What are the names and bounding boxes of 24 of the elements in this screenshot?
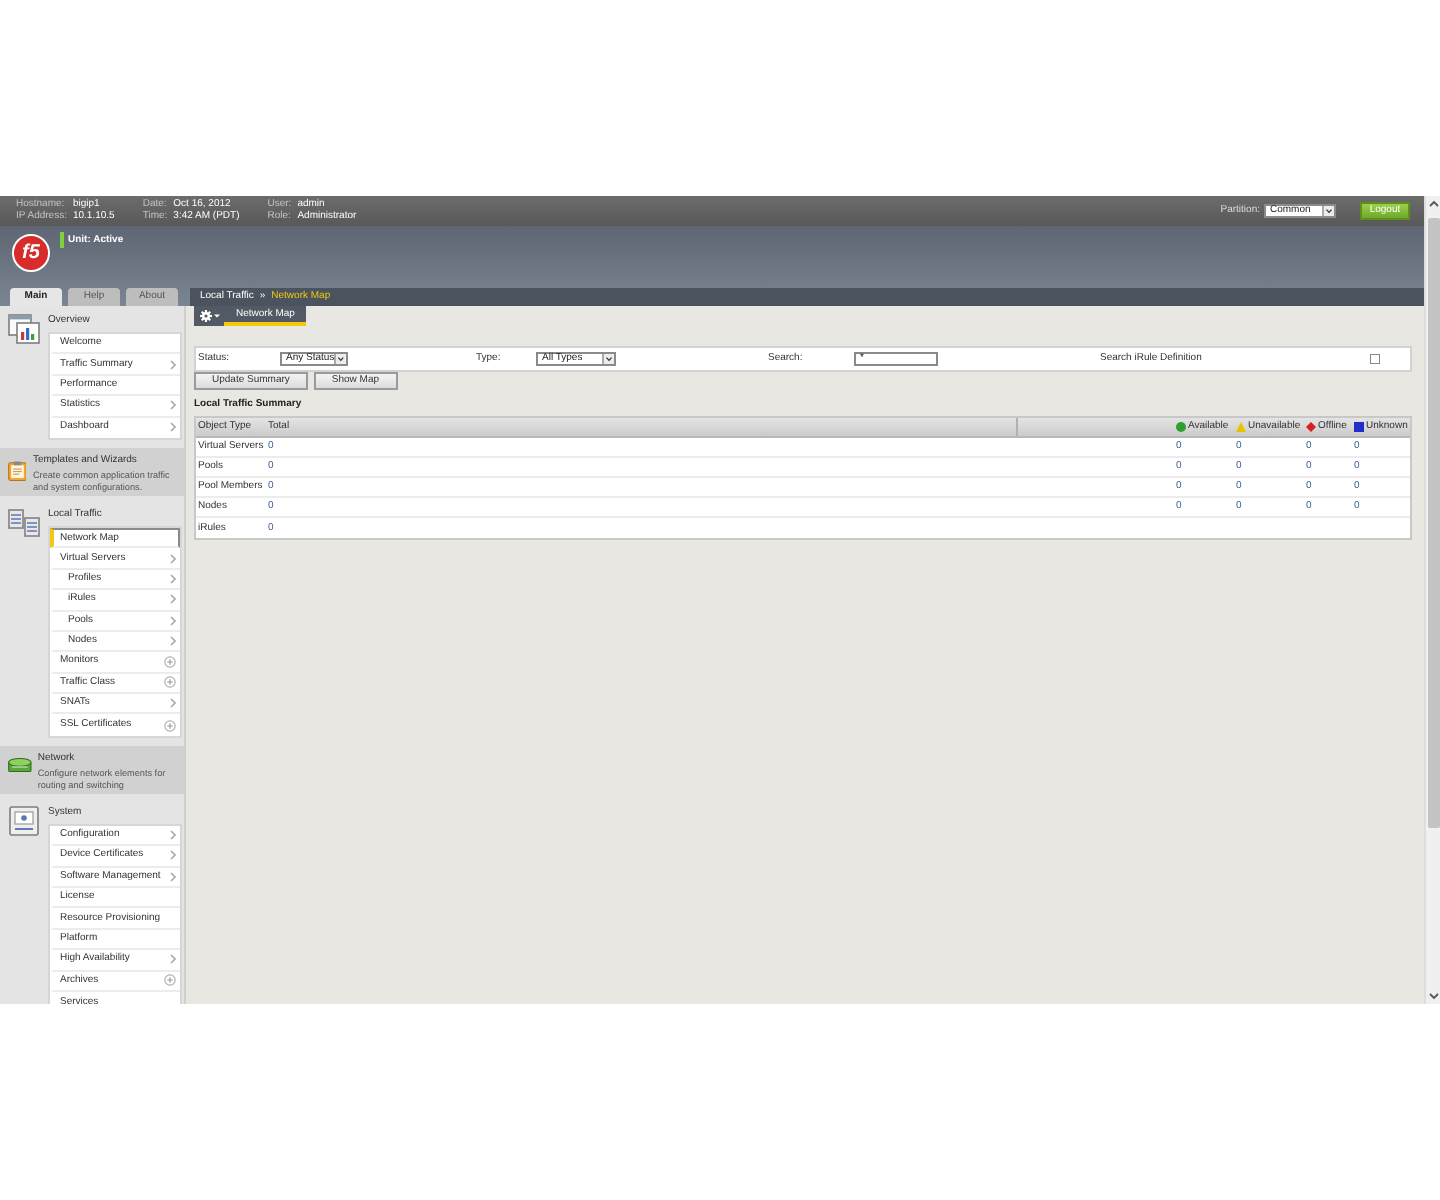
network-switch-icon — [8, 753, 32, 776]
caret-icon — [602, 354, 614, 364]
plus-circle-icon[interactable] — [164, 974, 176, 987]
servers-icon — [8, 507, 40, 538]
scroll-down-icon[interactable] — [1427, 990, 1439, 1002]
gear-menu-button[interactable] — [194, 306, 224, 326]
caret-icon — [213, 314, 219, 318]
caret-icon — [334, 354, 346, 364]
scroll-up-icon[interactable] — [1427, 198, 1439, 210]
gear-icon — [199, 310, 211, 322]
checkbox[interactable] — [1370, 354, 1380, 364]
plus-circle-icon[interactable] — [164, 719, 176, 732]
caret-icon — [1322, 206, 1334, 216]
chevron-right-icon — [170, 954, 176, 965]
logo[interactable]: f5 — [12, 234, 50, 272]
chevron-right-icon — [170, 359, 176, 370]
chevron-right-icon — [170, 698, 176, 709]
report-icon — [8, 314, 40, 344]
scrollbar-thumb[interactable] — [1427, 218, 1439, 828]
system-icon — [8, 805, 40, 836]
plus-circle-icon[interactable] — [164, 676, 176, 689]
status-indicator-icon — [60, 232, 64, 248]
plus-circle-icon[interactable] — [164, 655, 176, 668]
scrollbar[interactable] — [1424, 196, 1440, 1004]
